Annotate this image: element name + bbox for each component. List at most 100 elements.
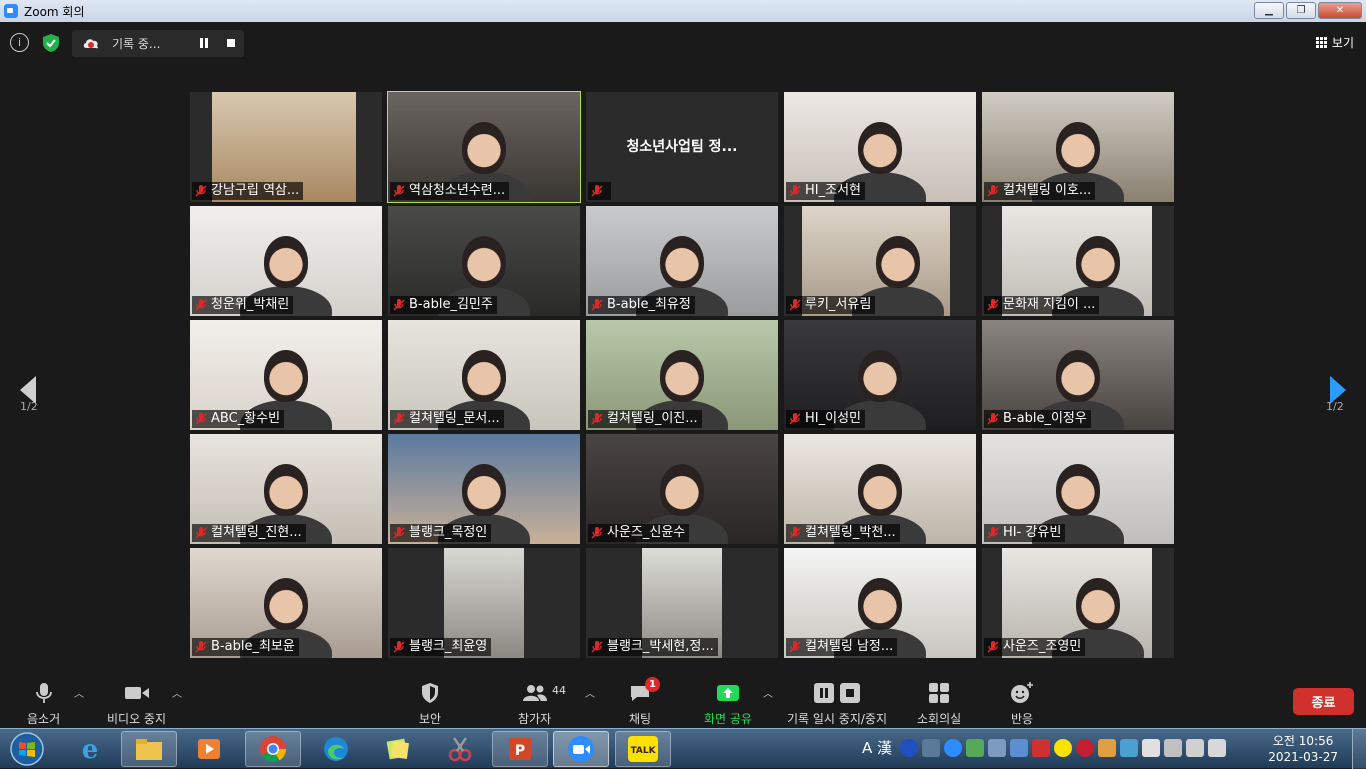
- taskbar-file-explorer-icon[interactable]: [121, 731, 177, 767]
- share-options-chevron-icon[interactable]: ︿: [763, 685, 773, 700]
- breakout-rooms-label: 소회의실: [917, 712, 962, 726]
- taskbar-zoom-icon[interactable]: [553, 731, 609, 767]
- participant-video-tile[interactable]: 사운즈_신윤수: [586, 434, 778, 544]
- muted-microphone-icon: [393, 185, 405, 197]
- taskbar-edge-icon[interactable]: [308, 731, 364, 767]
- taskbar-sticky-notes-icon[interactable]: [370, 731, 426, 767]
- security-button[interactable]: 보안: [419, 681, 441, 727]
- start-button-icon[interactable]: [2, 730, 52, 768]
- participant-video-tile[interactable]: 컬쳐텔링_진현...: [190, 434, 382, 544]
- participant-video-tile[interactable]: B-able_최보윤: [190, 548, 382, 658]
- muted-microphone-icon: [591, 185, 603, 197]
- info-icon[interactable]: i: [10, 33, 29, 52]
- breakout-rooms-button[interactable]: 소회의실: [917, 681, 961, 727]
- view-button[interactable]: 보기: [1315, 34, 1354, 51]
- participant-name: B-able_김민주: [409, 297, 493, 312]
- participant-video-tile[interactable]: 문화재 지킴이 ...: [982, 206, 1174, 316]
- maximize-button[interactable]: ❐: [1286, 2, 1316, 19]
- tray-network-icon[interactable]: [988, 738, 1007, 757]
- taskbar-powerpoint-icon[interactable]: P: [492, 731, 548, 767]
- participant-video-tile[interactable]: 사운즈_조영민: [982, 548, 1174, 658]
- tray-cloud-icon[interactable]: [1098, 738, 1117, 757]
- stop-video-label: 비디오 중지: [107, 712, 167, 726]
- zoom-app-icon: [4, 4, 18, 18]
- participant-video-tile[interactable]: 루키_서유림: [784, 206, 976, 316]
- mute-button[interactable]: 음소거: [27, 681, 60, 727]
- participants-options-chevron-icon[interactable]: ︿: [585, 685, 595, 700]
- tray-signal-icon[interactable]: [1186, 738, 1205, 757]
- video-options-chevron-icon[interactable]: ︿: [172, 685, 182, 700]
- participants-button[interactable]: 참가자: [518, 681, 551, 727]
- participant-silhouette: [858, 464, 902, 516]
- tray-shield-icon[interactable]: [966, 738, 985, 757]
- taskbar-media-player-icon[interactable]: [181, 731, 237, 767]
- tray-usb-icon[interactable]: [1164, 738, 1183, 757]
- participant-video-tile[interactable]: HI_이성민: [784, 320, 976, 430]
- pause-recording-icon[interactable]: [199, 38, 209, 48]
- participant-silhouette: [858, 122, 902, 174]
- recording-label: 기록 중...: [112, 37, 161, 51]
- participants-label: 참가자: [518, 712, 552, 726]
- tray-app-icon[interactable]: [1076, 738, 1095, 757]
- participant-video-tile[interactable]: 청소년사업팀 정... 청소년사업팀 정...: [586, 92, 778, 202]
- participant-video-tile[interactable]: B-able_김민주: [388, 206, 580, 316]
- participant-name-tag: 문화재 지킴이 ...: [984, 296, 1100, 314]
- participant-video-tile[interactable]: 청운위_박채린: [190, 206, 382, 316]
- taskbar-snipping-tool-icon[interactable]: [432, 731, 488, 767]
- participant-video-tile[interactable]: B-able_최유정: [586, 206, 778, 316]
- view-label: 보기: [1331, 36, 1354, 50]
- participant-name-tag: 컬쳐텔링 남정...: [786, 638, 898, 656]
- encryption-shield-icon[interactable]: [40, 32, 62, 54]
- reactions-button[interactable]: 반응: [1010, 681, 1034, 727]
- participant-video-tile[interactable]: 컬쳐텔링_문서...: [388, 320, 580, 430]
- chat-unread-badge: 1: [645, 677, 660, 692]
- participant-video-tile[interactable]: 역삼청소년수련...: [387, 91, 581, 203]
- participant-video-tile[interactable]: HI_조서현: [784, 92, 976, 202]
- tray-flag-icon[interactable]: [1142, 738, 1161, 757]
- help-icon[interactable]: [900, 738, 919, 757]
- muted-microphone-icon: [789, 299, 801, 311]
- participant-video-tile[interactable]: B-able_이정우: [982, 320, 1174, 430]
- participant-name-tag: 강남구립 역삼...: [192, 182, 304, 200]
- participant-video-tile[interactable]: ABC_황수빈: [190, 320, 382, 430]
- share-screen-button[interactable]: 화면 공유: [704, 681, 752, 727]
- pause-icon: [814, 683, 834, 703]
- participant-silhouette: [264, 464, 308, 516]
- tray-device-icon[interactable]: [1010, 738, 1029, 757]
- participant-video-tile[interactable]: 컬쳐텔링 이호...: [982, 92, 1174, 202]
- taskbar-clock[interactable]: 오전 10:56 2021-03-27: [1268, 733, 1338, 765]
- audio-options-chevron-icon[interactable]: ︿: [74, 685, 84, 700]
- stop-video-button[interactable]: 비디오 중지: [107, 681, 166, 727]
- participant-video-tile[interactable]: 강남구립 역삼...: [190, 92, 382, 202]
- participant-name: 역삼청소년수련...: [409, 183, 506, 198]
- participant-video-tile[interactable]: 블랭크_박세현,정...: [586, 548, 778, 658]
- participant-video-tile[interactable]: 컬쳐텔링_이진...: [586, 320, 778, 430]
- participant-video-tile[interactable]: 컬쳐텔링_박천...: [784, 434, 976, 544]
- taskbar-internet-explorer-icon[interactable]: e: [62, 731, 118, 767]
- taskbar-kakaotalk-icon[interactable]: TALK: [615, 731, 671, 767]
- tray-zoom-icon[interactable]: [944, 738, 963, 757]
- participant-silhouette: [858, 578, 902, 630]
- participant-name-tag: 컬쳐텔링_박천...: [786, 524, 900, 542]
- participant-video-tile[interactable]: 컬쳐텔링 남정...: [784, 548, 976, 658]
- tray-clip-icon[interactable]: [1032, 738, 1051, 757]
- tray-volume-icon[interactable]: [1208, 738, 1227, 757]
- minimize-button[interactable]: ▁: [1254, 2, 1284, 19]
- participant-silhouette: [1056, 122, 1100, 174]
- participant-video-tile[interactable]: 블랭크_최윤영: [388, 548, 580, 658]
- taskbar-chrome-icon[interactable]: [245, 731, 301, 767]
- participant-video-tile[interactable]: HI- 강유빈: [982, 434, 1174, 544]
- pause-stop-recording-button[interactable]: 기록 일시 중지/중지: [787, 681, 887, 727]
- end-meeting-button[interactable]: 종료: [1293, 688, 1354, 715]
- tray-arrow-icon[interactable]: [922, 738, 941, 757]
- svg-text:e: e: [82, 735, 99, 764]
- tray-update-icon[interactable]: [1120, 738, 1139, 757]
- show-desktop-button[interactable]: [1352, 729, 1366, 769]
- participant-silhouette: [462, 464, 506, 516]
- stop-recording-icon[interactable]: [227, 39, 235, 47]
- participant-name: 블랭크_목정인: [409, 525, 488, 540]
- close-button[interactable]: ✕: [1318, 2, 1362, 19]
- participant-video-tile[interactable]: 블랭크_목정인: [388, 434, 580, 544]
- ime-indicator[interactable]: A 漢: [862, 737, 892, 758]
- tray-kakaotalk-icon[interactable]: [1054, 738, 1073, 757]
